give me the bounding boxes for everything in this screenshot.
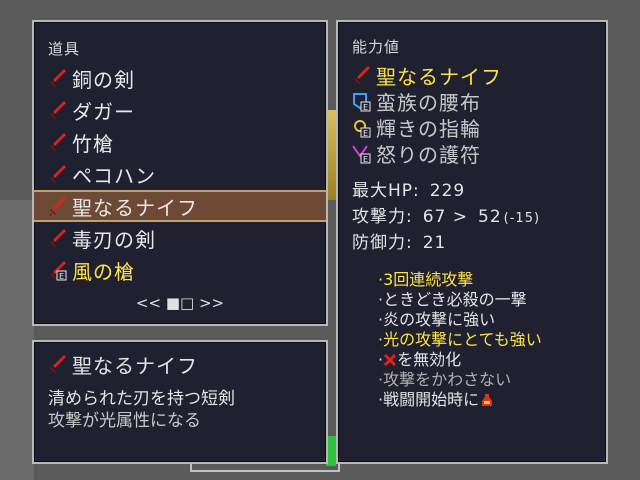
sword-icon — [48, 353, 68, 375]
inventory-item[interactable]: 竹槍 — [34, 126, 326, 158]
sword-icon — [48, 163, 68, 185]
inventory-item-label: ペコハン — [72, 163, 156, 188]
sword-icon — [48, 99, 68, 121]
stat-label: 攻撃力: — [352, 207, 413, 227]
stat-value: 21 — [422, 233, 447, 253]
stat-value: 67 > — [422, 207, 469, 227]
inventory-item-label: 毒刃の剣 — [72, 227, 156, 252]
svg-text:E: E — [59, 272, 64, 281]
stat-value: 229 — [429, 181, 466, 201]
equipment-name: 蛮族の腰布 — [376, 90, 481, 115]
equipment-slot: E 輝きの指輪 — [338, 114, 606, 141]
inventory-panel: 道具 銅の剣ダガー竹槍ペコハン聖なるナイフ 毒刃の剣 E 風の槍 << ■□ >> — [32, 20, 328, 326]
potion-icon — [479, 390, 493, 409]
equipped-sword-icon: E — [48, 259, 68, 281]
armor-icon: E — [352, 90, 372, 112]
detail-description-line-2: 攻撃が光属性になる — [48, 411, 201, 431]
equipment-slot: 聖なるナイフ — [338, 62, 606, 89]
equipment-name: 怒りの護符 — [376, 142, 481, 167]
svg-text:E: E — [363, 103, 368, 112]
svg-text:E: E — [363, 155, 368, 164]
equipment-name: 輝きの指輪 — [376, 116, 481, 141]
stat-row: 防御力: 21 — [352, 228, 446, 253]
sword-icon — [352, 64, 372, 86]
inventory-item-label: ダガー — [72, 99, 135, 124]
status-title: 能力値 — [352, 38, 401, 56]
stat-label: 防御力: — [352, 233, 413, 253]
amulet-icon: E — [352, 142, 372, 164]
item-detail-panel: 聖なるナイフ 清められた刃を持つ短剣 攻撃が光属性になる — [32, 340, 328, 464]
sword-icon — [48, 67, 68, 89]
detail-item-row: 聖なるナイフ — [34, 348, 326, 380]
inventory-item[interactable]: ダガー — [34, 94, 326, 126]
status-panel: 能力値 聖なるナイフ E 蛮族の腰布 E 輝きの指輪 E 怒りの護符 最大HP: 229 攻撃力… — [336, 20, 608, 464]
stat-new-value: 52 — [478, 207, 502, 227]
inventory-item[interactable]: 銅の剣 — [34, 62, 326, 94]
equipment-name: 聖なるナイフ — [376, 64, 502, 89]
sword-icon — [48, 227, 68, 249]
background-floor — [0, 200, 34, 480]
stat-row: 最大HP: 229 — [352, 176, 465, 201]
stat-row: 攻撃力: 67 > 52 (-15) — [352, 202, 540, 227]
ability-line: ·戦闘開始時に — [378, 386, 493, 410]
stat-label: 最大HP: — [352, 181, 420, 201]
inventory-item[interactable]: ペコハン — [34, 158, 326, 190]
page-indicator[interactable]: << ■□ >> — [34, 294, 326, 312]
inventory-item[interactable]: E 風の槍 — [34, 254, 326, 286]
inventory-title: 道具 — [48, 40, 81, 58]
inventory-item[interactable]: 毒刃の剣 — [34, 222, 326, 254]
inventory-item-label: 聖なるナイフ — [72, 195, 198, 220]
detail-item-name: 聖なるナイフ — [72, 353, 198, 378]
svg-text:E: E — [363, 129, 368, 138]
stat-delta: (-15) — [503, 211, 541, 226]
inventory-item-label: 風の槍 — [72, 259, 135, 284]
ring-icon: E — [352, 116, 372, 138]
inventory-item-label: 銅の剣 — [72, 67, 135, 92]
equipment-slot: E 蛮族の腰布 — [338, 88, 606, 115]
equipment-slot: E 怒りの護符 — [338, 140, 606, 167]
inventory-item-label: 竹槍 — [72, 131, 114, 156]
sword-icon — [48, 131, 68, 153]
sword-icon — [48, 195, 68, 217]
inventory-item-selected[interactable]: 聖なるナイフ — [34, 190, 326, 222]
